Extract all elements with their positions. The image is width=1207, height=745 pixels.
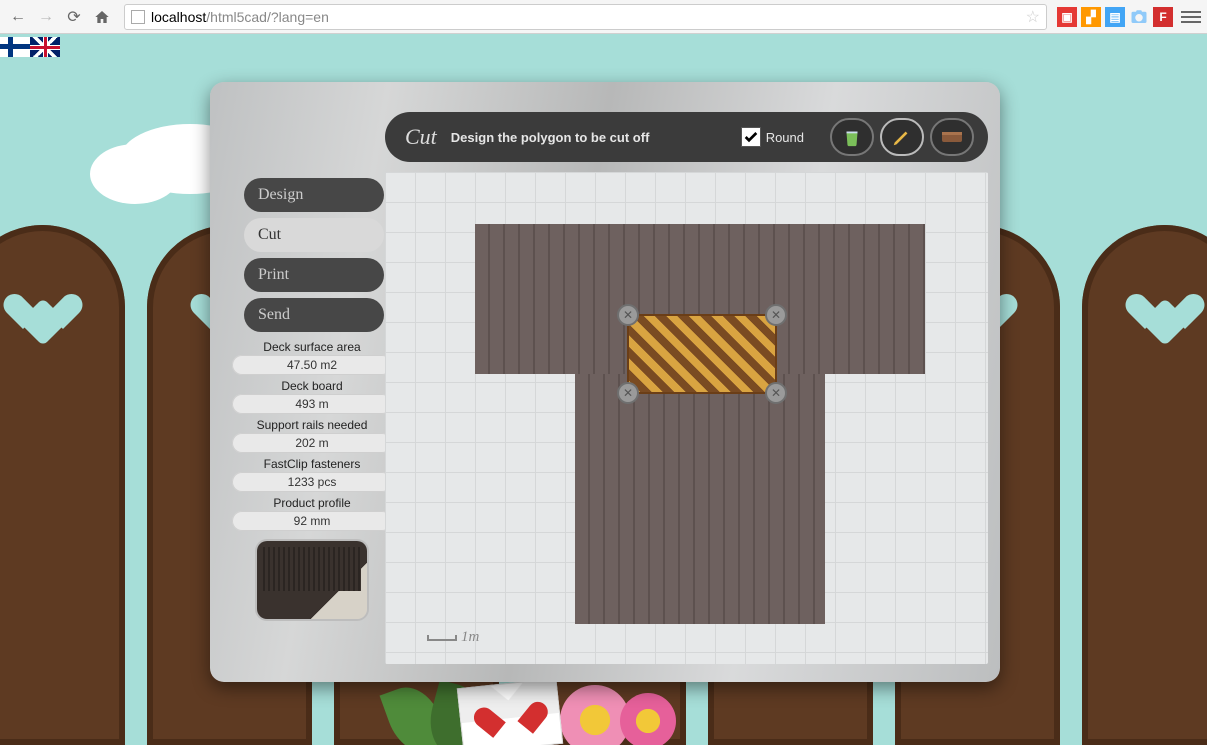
product-thumbnail[interactable] (257, 541, 367, 619)
round-label: Round (766, 130, 804, 145)
stat-rails-value: 202 m (232, 433, 392, 453)
extension-icon-flipboard[interactable]: F (1153, 7, 1173, 27)
url-path: /html5cad/?lang=en (206, 9, 329, 25)
cut-polygon[interactable]: ✕ ✕ ✕ ✕ (627, 314, 777, 394)
handle-bottom-right[interactable]: ✕ (765, 382, 787, 404)
browser-toolbar: ← → ⟳ localhost/html5cad/?lang=en ☆ ▣ ▞ … (0, 0, 1207, 34)
stat-surface-value: 47.50 m2 (232, 355, 392, 375)
page-background: Cut Design the polygon to be cut off Rou… (0, 34, 1207, 745)
pencil-tool[interactable] (880, 118, 924, 156)
mode-title: Cut (405, 124, 437, 150)
stat-profile-value: 92 mm (232, 511, 392, 531)
handle-top-left[interactable]: ✕ (617, 304, 639, 326)
handle-top-right[interactable]: ✕ (765, 304, 787, 326)
menu-button[interactable] (1181, 7, 1201, 27)
reload-button[interactable]: ⟳ (62, 5, 86, 29)
back-button[interactable]: ← (6, 5, 30, 29)
envelope-decor (457, 678, 563, 745)
round-checkbox[interactable] (741, 127, 761, 147)
stat-profile-label: Product profile (232, 496, 392, 510)
url-domain: localhost (151, 9, 206, 25)
bookmark-star-icon[interactable]: ☆ (1026, 7, 1040, 27)
language-flags (0, 37, 60, 57)
stat-board-label: Deck board (232, 379, 392, 393)
tab-cut[interactable]: Cut (244, 218, 384, 252)
cloud-decor (90, 144, 180, 204)
flag-finland[interactable] (0, 37, 30, 57)
deck-shape[interactable] (475, 224, 925, 624)
extension-icon-2[interactable]: ▞ (1081, 7, 1101, 27)
stat-fasteners-label: FastClip fasteners (232, 457, 392, 471)
home-button[interactable] (90, 5, 114, 29)
extension-icon-3[interactable]: ▤ (1105, 7, 1125, 27)
round-option[interactable]: Round (741, 127, 804, 147)
scale-indicator: 1m (427, 629, 479, 646)
handle-bottom-left[interactable]: ✕ (617, 382, 639, 404)
scale-label: 1m (461, 629, 479, 645)
camera-icon[interactable] (1129, 7, 1149, 27)
page-icon (131, 10, 145, 24)
stat-board-value: 493 m (232, 394, 392, 414)
side-tabs: Design Cut Print Send (244, 178, 384, 332)
tab-send[interactable]: Send (244, 298, 384, 332)
stat-fasteners-value: 1233 pcs (232, 472, 392, 492)
tab-design[interactable]: Design (244, 178, 384, 212)
top-toolbar: Cut Design the polygon to be cut off Rou… (385, 112, 988, 162)
tab-print[interactable]: Print (244, 258, 384, 292)
forward-button[interactable]: → (34, 5, 58, 29)
flag-uk[interactable] (30, 37, 60, 57)
eraser-tool[interactable] (930, 118, 974, 156)
url-bar[interactable]: localhost/html5cad/?lang=en ☆ (124, 4, 1047, 30)
cad-app-panel: Cut Design the polygon to be cut off Rou… (210, 82, 1000, 682)
stat-rails-label: Support rails needed (232, 418, 392, 432)
design-canvas[interactable]: ✕ ✕ ✕ ✕ 1m (385, 172, 988, 664)
trash-tool[interactable] (830, 118, 874, 156)
mode-hint: Design the polygon to be cut off (451, 130, 650, 145)
stat-surface-label: Deck surface area (232, 340, 392, 354)
extension-icon-1[interactable]: ▣ (1057, 7, 1077, 27)
stats-panel: Deck surface area 47.50 m2 Deck board 49… (232, 340, 392, 619)
